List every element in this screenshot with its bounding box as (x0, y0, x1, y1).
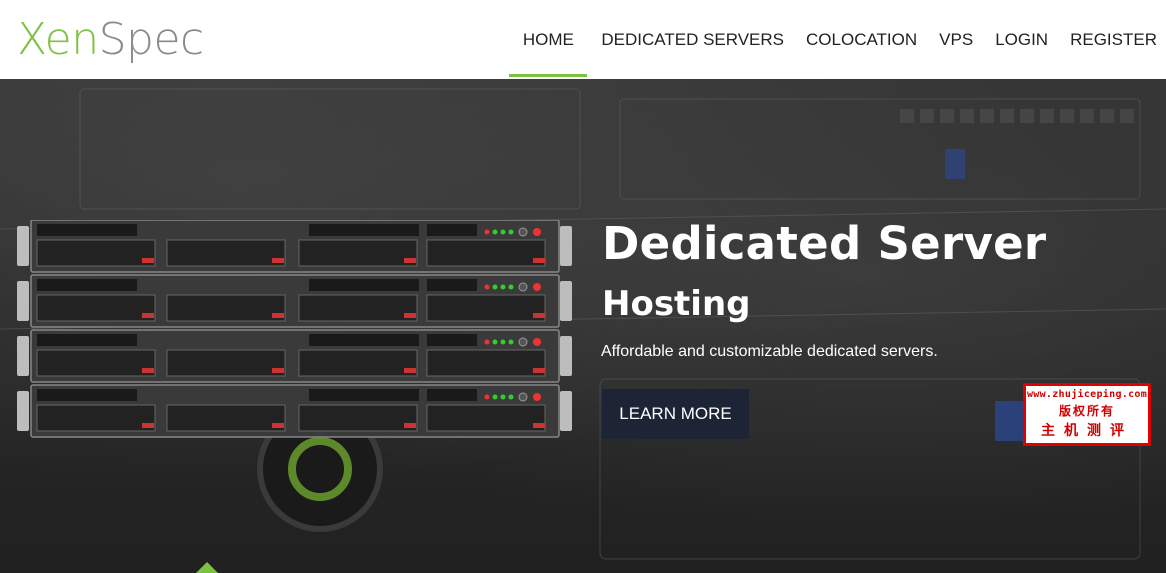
nav-item-home[interactable]: HOME (509, 0, 588, 79)
logo-text-xen: Xen (17, 14, 99, 65)
nav-item-register[interactable]: REGISTER (1062, 0, 1166, 79)
site-logo[interactable]: XenSpec (17, 14, 204, 66)
watermark-line2: 版权所有 (1058, 404, 1115, 418)
nav-item-vps[interactable]: VPS (931, 0, 981, 79)
hero-subtitle: Hosting (602, 284, 751, 324)
watermark-stamp: www.zhujiceping.com 版权所有 主机测评 (1023, 383, 1151, 446)
slider-indicator-icon[interactable] (196, 562, 218, 573)
watermark-url: www.zhujiceping.com (1026, 389, 1148, 400)
server-rack-illustration (17, 220, 572, 438)
watermark-line3: 主机测评 (1041, 423, 1133, 439)
nav-item-login[interactable]: LOGIN (987, 0, 1056, 79)
site-header: XenSpec HOME DEDICATED SERVERS COLOCATIO… (0, 0, 1166, 79)
main-nav: HOME DEDICATED SERVERS COLOCATION VPS LO… (509, 0, 1166, 79)
nav-item-colocation[interactable]: COLOCATION (798, 0, 925, 79)
hero-title: Dedicated Server (602, 217, 1047, 270)
learn-more-button[interactable]: LEARN MORE (602, 389, 749, 439)
logo-text-spec: Spec (98, 14, 205, 65)
nav-item-dedicated-servers[interactable]: DEDICATED SERVERS (593, 0, 792, 79)
hero-section: Dedicated Server Hosting Affordable and … (0, 79, 1166, 573)
hero-description: Affordable and customizable dedicated se… (601, 343, 938, 360)
